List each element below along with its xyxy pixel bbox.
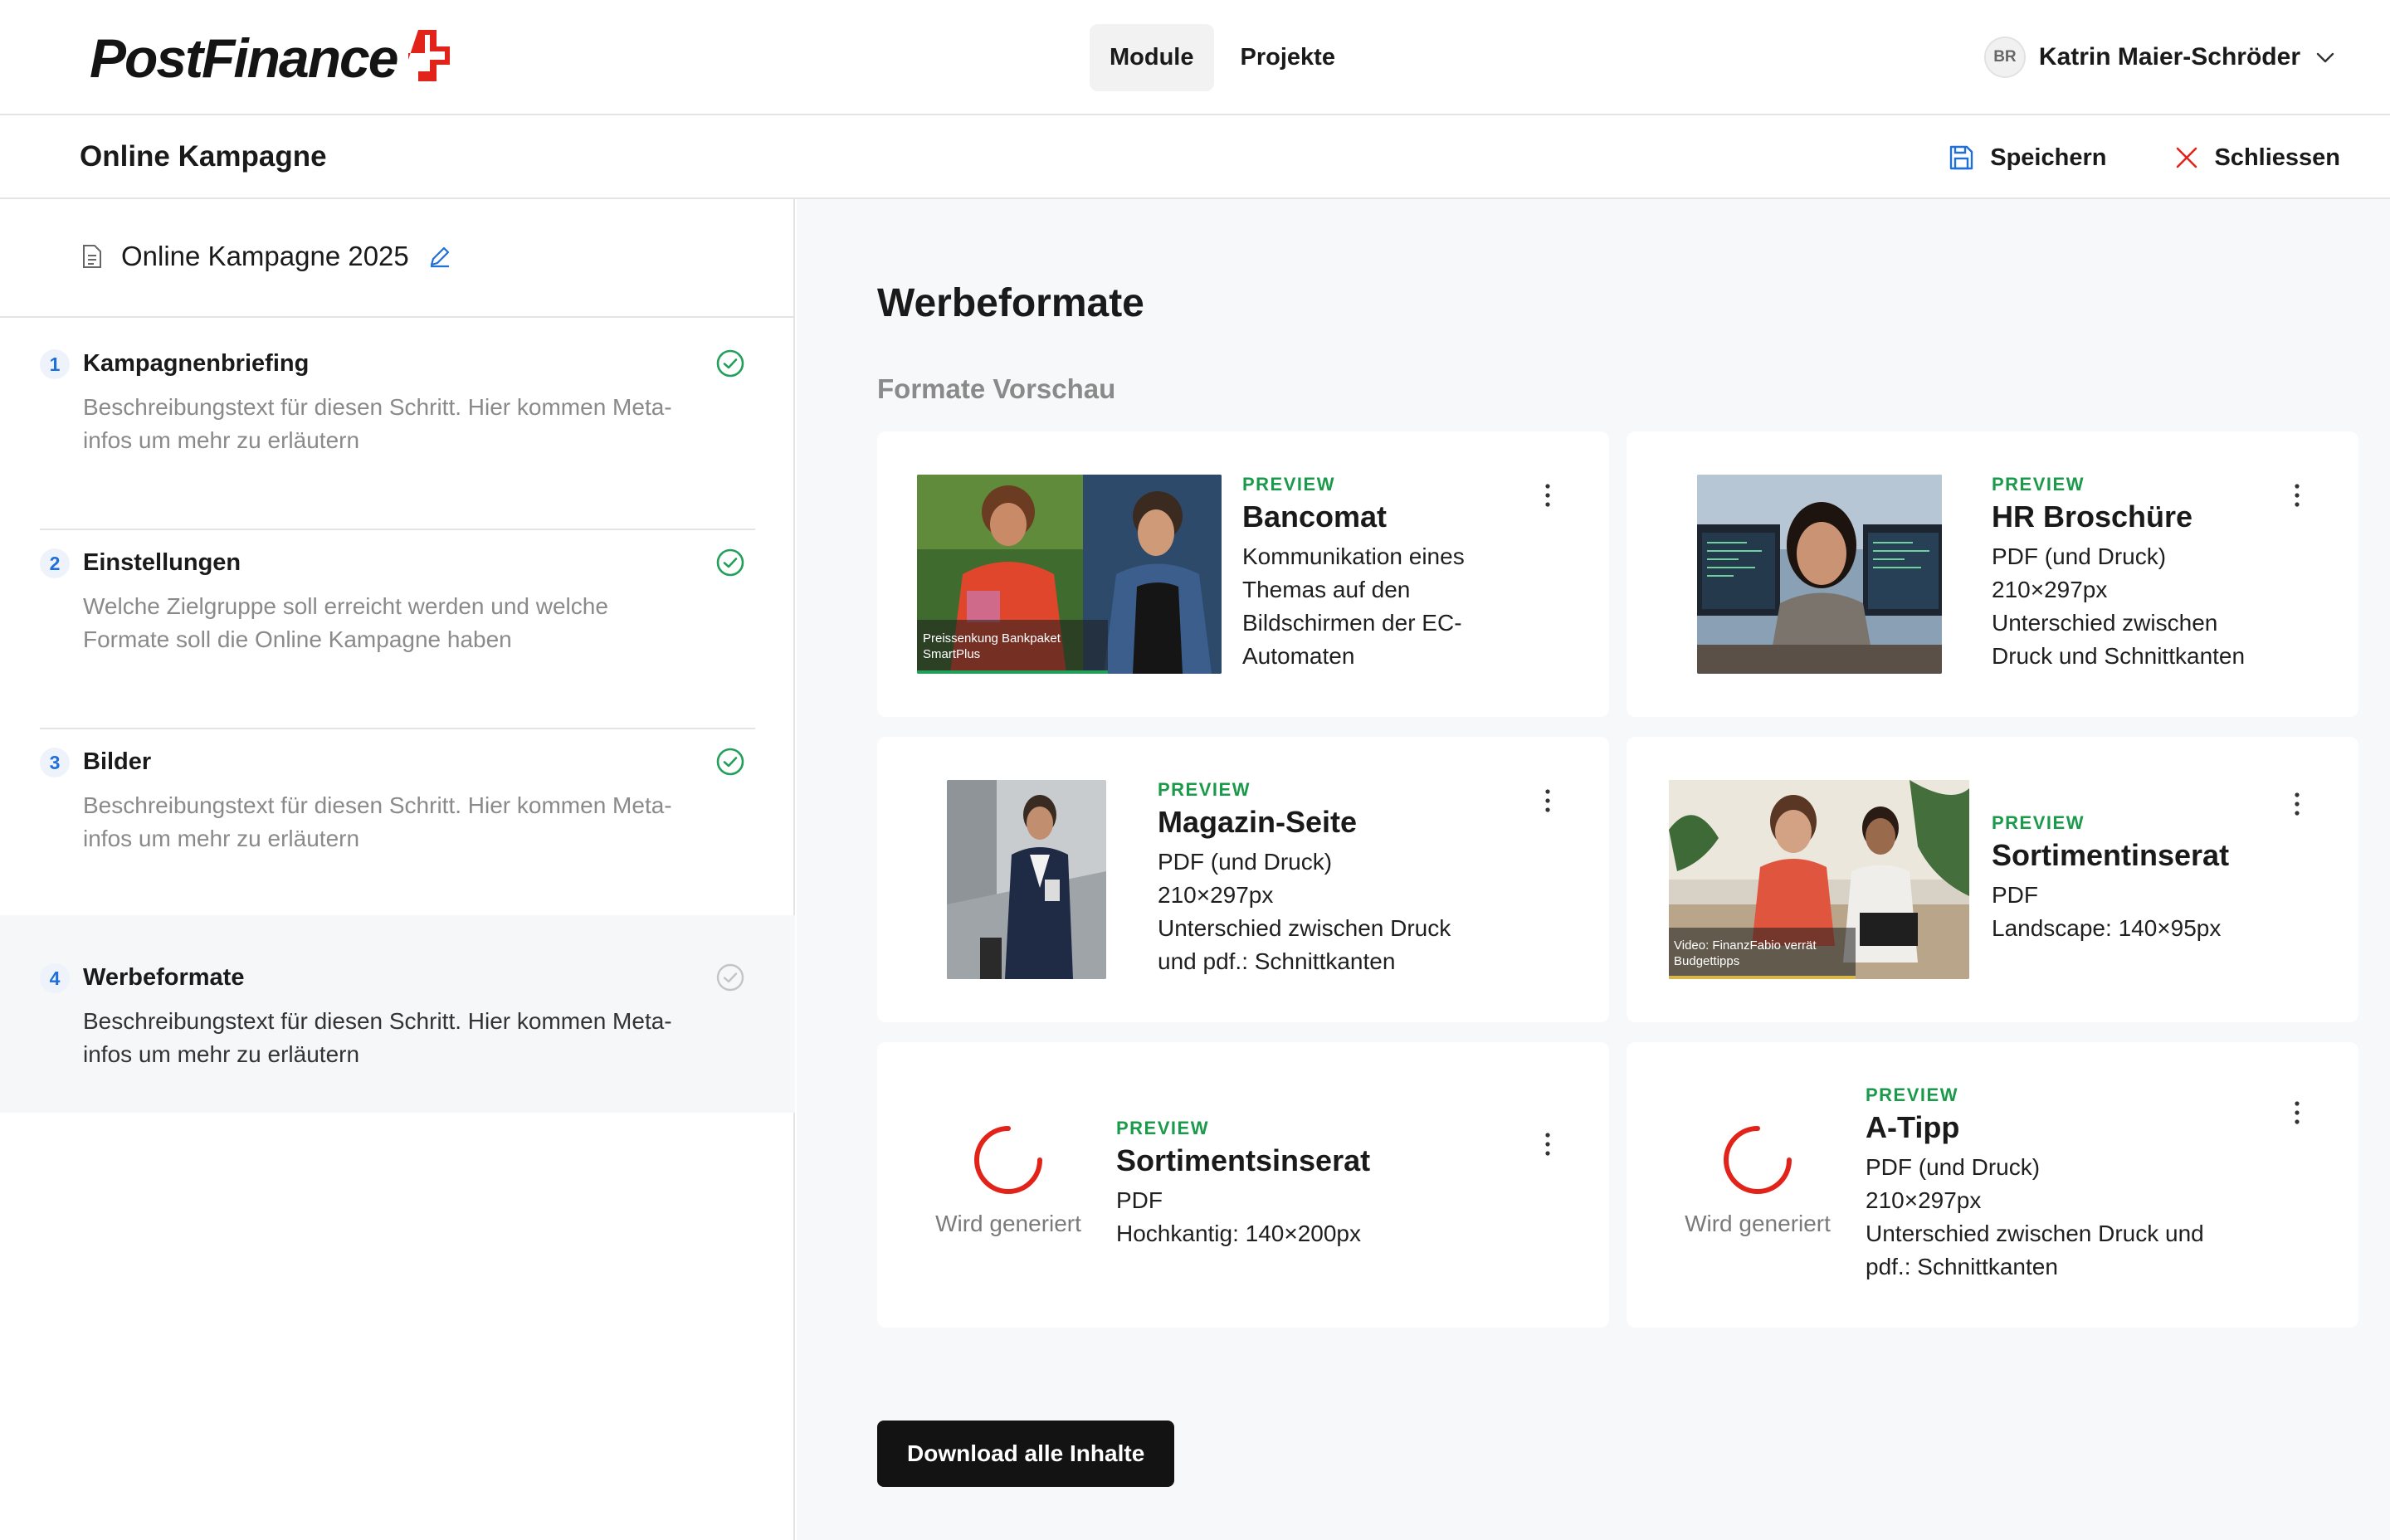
format-card-bancomat[interactable]: Preissenkung Bankpaket SmartPlus PREVIEW… xyxy=(877,431,1609,717)
swiss-cross-logo-icon xyxy=(408,30,451,81)
card-title: Bancomat xyxy=(1242,500,1388,534)
preview-badge: PREVIEW xyxy=(1242,474,1335,495)
step-title: Einstellungen xyxy=(83,549,241,576)
preview-badge: PREVIEW xyxy=(1116,1118,1209,1138)
hr-broschuere-thumbnail xyxy=(1697,475,1942,674)
nav-tab-projekte[interactable]: Projekte xyxy=(1221,24,1355,91)
magazin-seite-thumbnail xyxy=(947,780,1106,979)
document-icon xyxy=(83,245,101,268)
format-card-sortimentinserat[interactable]: Video: FinanzFabio verrät Budgettipps PR… xyxy=(1627,737,2358,1022)
step-number: 2 xyxy=(40,548,70,578)
step-description: Beschreibungstext für diesen Schritt. Hi… xyxy=(83,792,672,851)
preview-badge: PREVIEW xyxy=(1992,812,2085,833)
format-card-hr-broschuere[interactable]: PREVIEW HR Broschüre PDF (und Druck) 210… xyxy=(1627,431,2358,717)
user-name: Katrin Maier-Schröder xyxy=(2038,43,2300,71)
main-nav: Module Projekte xyxy=(1090,24,1355,91)
generating-label: Wird generiert xyxy=(935,1211,1081,1236)
document-title-row: Online Kampagne 2025 xyxy=(81,241,452,272)
step-number: 3 xyxy=(40,748,70,777)
module-actions: Speichern Schliessen xyxy=(1947,136,2340,179)
user-menu[interactable]: BR Katrin Maier-Schröder xyxy=(1983,37,2337,78)
top-navigation-bar: PostFinance Module Projekte BR Katrin Ma… xyxy=(0,0,2390,115)
generating-label: Wird generiert xyxy=(1685,1211,1831,1236)
steps-sidebar: Online Kampagne 2025 1 Kampagnenbriefing… xyxy=(0,199,795,1540)
check-circle-icon xyxy=(716,349,744,378)
step-description: Beschreibungstext für diesen Schritt. Hi… xyxy=(83,1008,672,1067)
generating-indicator: Wird generiert xyxy=(1666,1125,1849,1237)
step-title: Bilder xyxy=(83,748,152,775)
format-card-magazin-seite[interactable]: PREVIEW Magazin-Seite PDF (und Druck) 21… xyxy=(877,737,1609,1022)
save-label: Speichern xyxy=(1990,144,2107,171)
edit-pencil-icon[interactable] xyxy=(427,244,452,269)
main-content: Werbeformate Formate Vorschau Preissenku xyxy=(797,199,2390,1540)
hr-broschuere-photo xyxy=(1697,475,1942,674)
kebab-menu-icon[interactable] xyxy=(1544,788,1551,813)
step-kampagnenbriefing[interactable]: 1 Kampagnenbriefing Beschreibungstext fü… xyxy=(0,318,795,530)
kebab-menu-icon[interactable] xyxy=(2294,483,2300,508)
bancomat-thumbnail: Preissenkung Bankpaket SmartPlus xyxy=(917,475,1222,674)
postfinance-logo[interactable]: PostFinance xyxy=(90,23,451,93)
check-circle-icon xyxy=(716,548,744,577)
section-title: Formate Vorschau xyxy=(877,373,1116,404)
check-circle-icon xyxy=(716,748,744,776)
nav-tab-module[interactable]: Module xyxy=(1090,24,1214,91)
preview-badge: PREVIEW xyxy=(1992,474,2085,495)
bancomat-thumb-caption: Preissenkung Bankpaket SmartPlus xyxy=(923,631,1061,661)
kebab-menu-icon[interactable] xyxy=(1544,483,1551,508)
save-icon xyxy=(1950,145,1973,170)
kebab-menu-icon[interactable] xyxy=(2294,792,2300,816)
card-title: HR Broschüre xyxy=(1992,500,2193,534)
spinner-icon xyxy=(1724,1126,1792,1194)
card-title: Sortimentsinserat xyxy=(1116,1143,1371,1177)
close-label: Schliessen xyxy=(2214,144,2340,171)
step-description: Beschreibungstext für diesen Schritt. Hi… xyxy=(83,394,672,453)
close-icon xyxy=(2177,147,2197,168)
card-description: PDF Hochkantig: 140×200px xyxy=(1116,1187,1361,1246)
step-werbeformate[interactable]: 4 Werbeformate Beschreibungstext für die… xyxy=(0,915,795,1113)
page-title: Werbeformate xyxy=(877,281,1144,325)
magazin-seite-photo xyxy=(947,780,1106,979)
kebab-menu-icon[interactable] xyxy=(2294,1100,2300,1125)
step-title: Werbeformate xyxy=(83,964,245,991)
chevron-down-icon xyxy=(2316,52,2334,63)
document-title: Online Kampagne 2025 xyxy=(121,241,409,271)
kebab-menu-icon[interactable] xyxy=(1544,1132,1551,1157)
step-number: 4 xyxy=(40,963,70,993)
generating-indicator: Wird generiert xyxy=(917,1125,1100,1237)
step-einstellungen[interactable]: 2 Einstellungen Welche Zielgruppe soll e… xyxy=(0,517,795,729)
step-title: Kampagnenbriefing xyxy=(83,350,310,377)
module-header: Online Kampagne Speichern Schliessen xyxy=(0,115,2390,199)
check-circle-icon xyxy=(716,963,744,992)
sortimentinserat-thumbnail: Video: FinanzFabio verrät Budgettipps xyxy=(1669,780,1969,979)
card-title: Magazin-Seite xyxy=(1158,805,1358,839)
sortimentinserat-thumb-caption: Video: FinanzFabio verrät Budgettipps xyxy=(1674,938,1817,968)
preview-badge: PREVIEW xyxy=(1158,779,1251,800)
download-all-button[interactable]: Download alle Inhalte xyxy=(877,1421,1175,1487)
step-number: 1 xyxy=(40,349,70,379)
preview-badge: PREVIEW xyxy=(1866,1084,1958,1105)
card-description: PDF (und Druck) 210×297px Unterschied zw… xyxy=(1866,1154,2204,1279)
card-description: PDF (und Druck) 210×297px Unterschied zw… xyxy=(1158,849,1451,974)
module-title: Online Kampagne xyxy=(80,140,327,173)
save-button[interactable]: Speichern xyxy=(1947,136,2106,179)
step-bilder[interactable]: 3 Bilder Beschreibungstext für diesen Sc… xyxy=(0,716,795,915)
format-card-sortimentsinserat[interactable]: Wird generiert PREVIEW Sortimentsinserat… xyxy=(877,1042,1609,1328)
card-title: Sortimentinserat xyxy=(1992,838,2230,872)
avatar: BR xyxy=(1983,37,2026,78)
step-description: Welche Zielgruppe soll erreicht werden u… xyxy=(83,593,608,652)
card-description: PDF (und Druck) 210×297px Unterschied zw… xyxy=(1992,543,2246,669)
card-title: A-Tipp xyxy=(1866,1110,1960,1144)
logo-wordmark: PostFinance xyxy=(90,27,398,89)
card-description: Kommunikation eines Themas auf den Bilds… xyxy=(1242,543,1465,669)
spinner-icon xyxy=(974,1126,1042,1194)
close-button[interactable]: Schliessen xyxy=(2174,136,2340,179)
card-description: PDF Landscape: 140×95px xyxy=(1992,882,2222,941)
format-card-a-tipp[interactable]: Wird generiert PREVIEW A-Tipp PDF (und D… xyxy=(1627,1042,2358,1328)
